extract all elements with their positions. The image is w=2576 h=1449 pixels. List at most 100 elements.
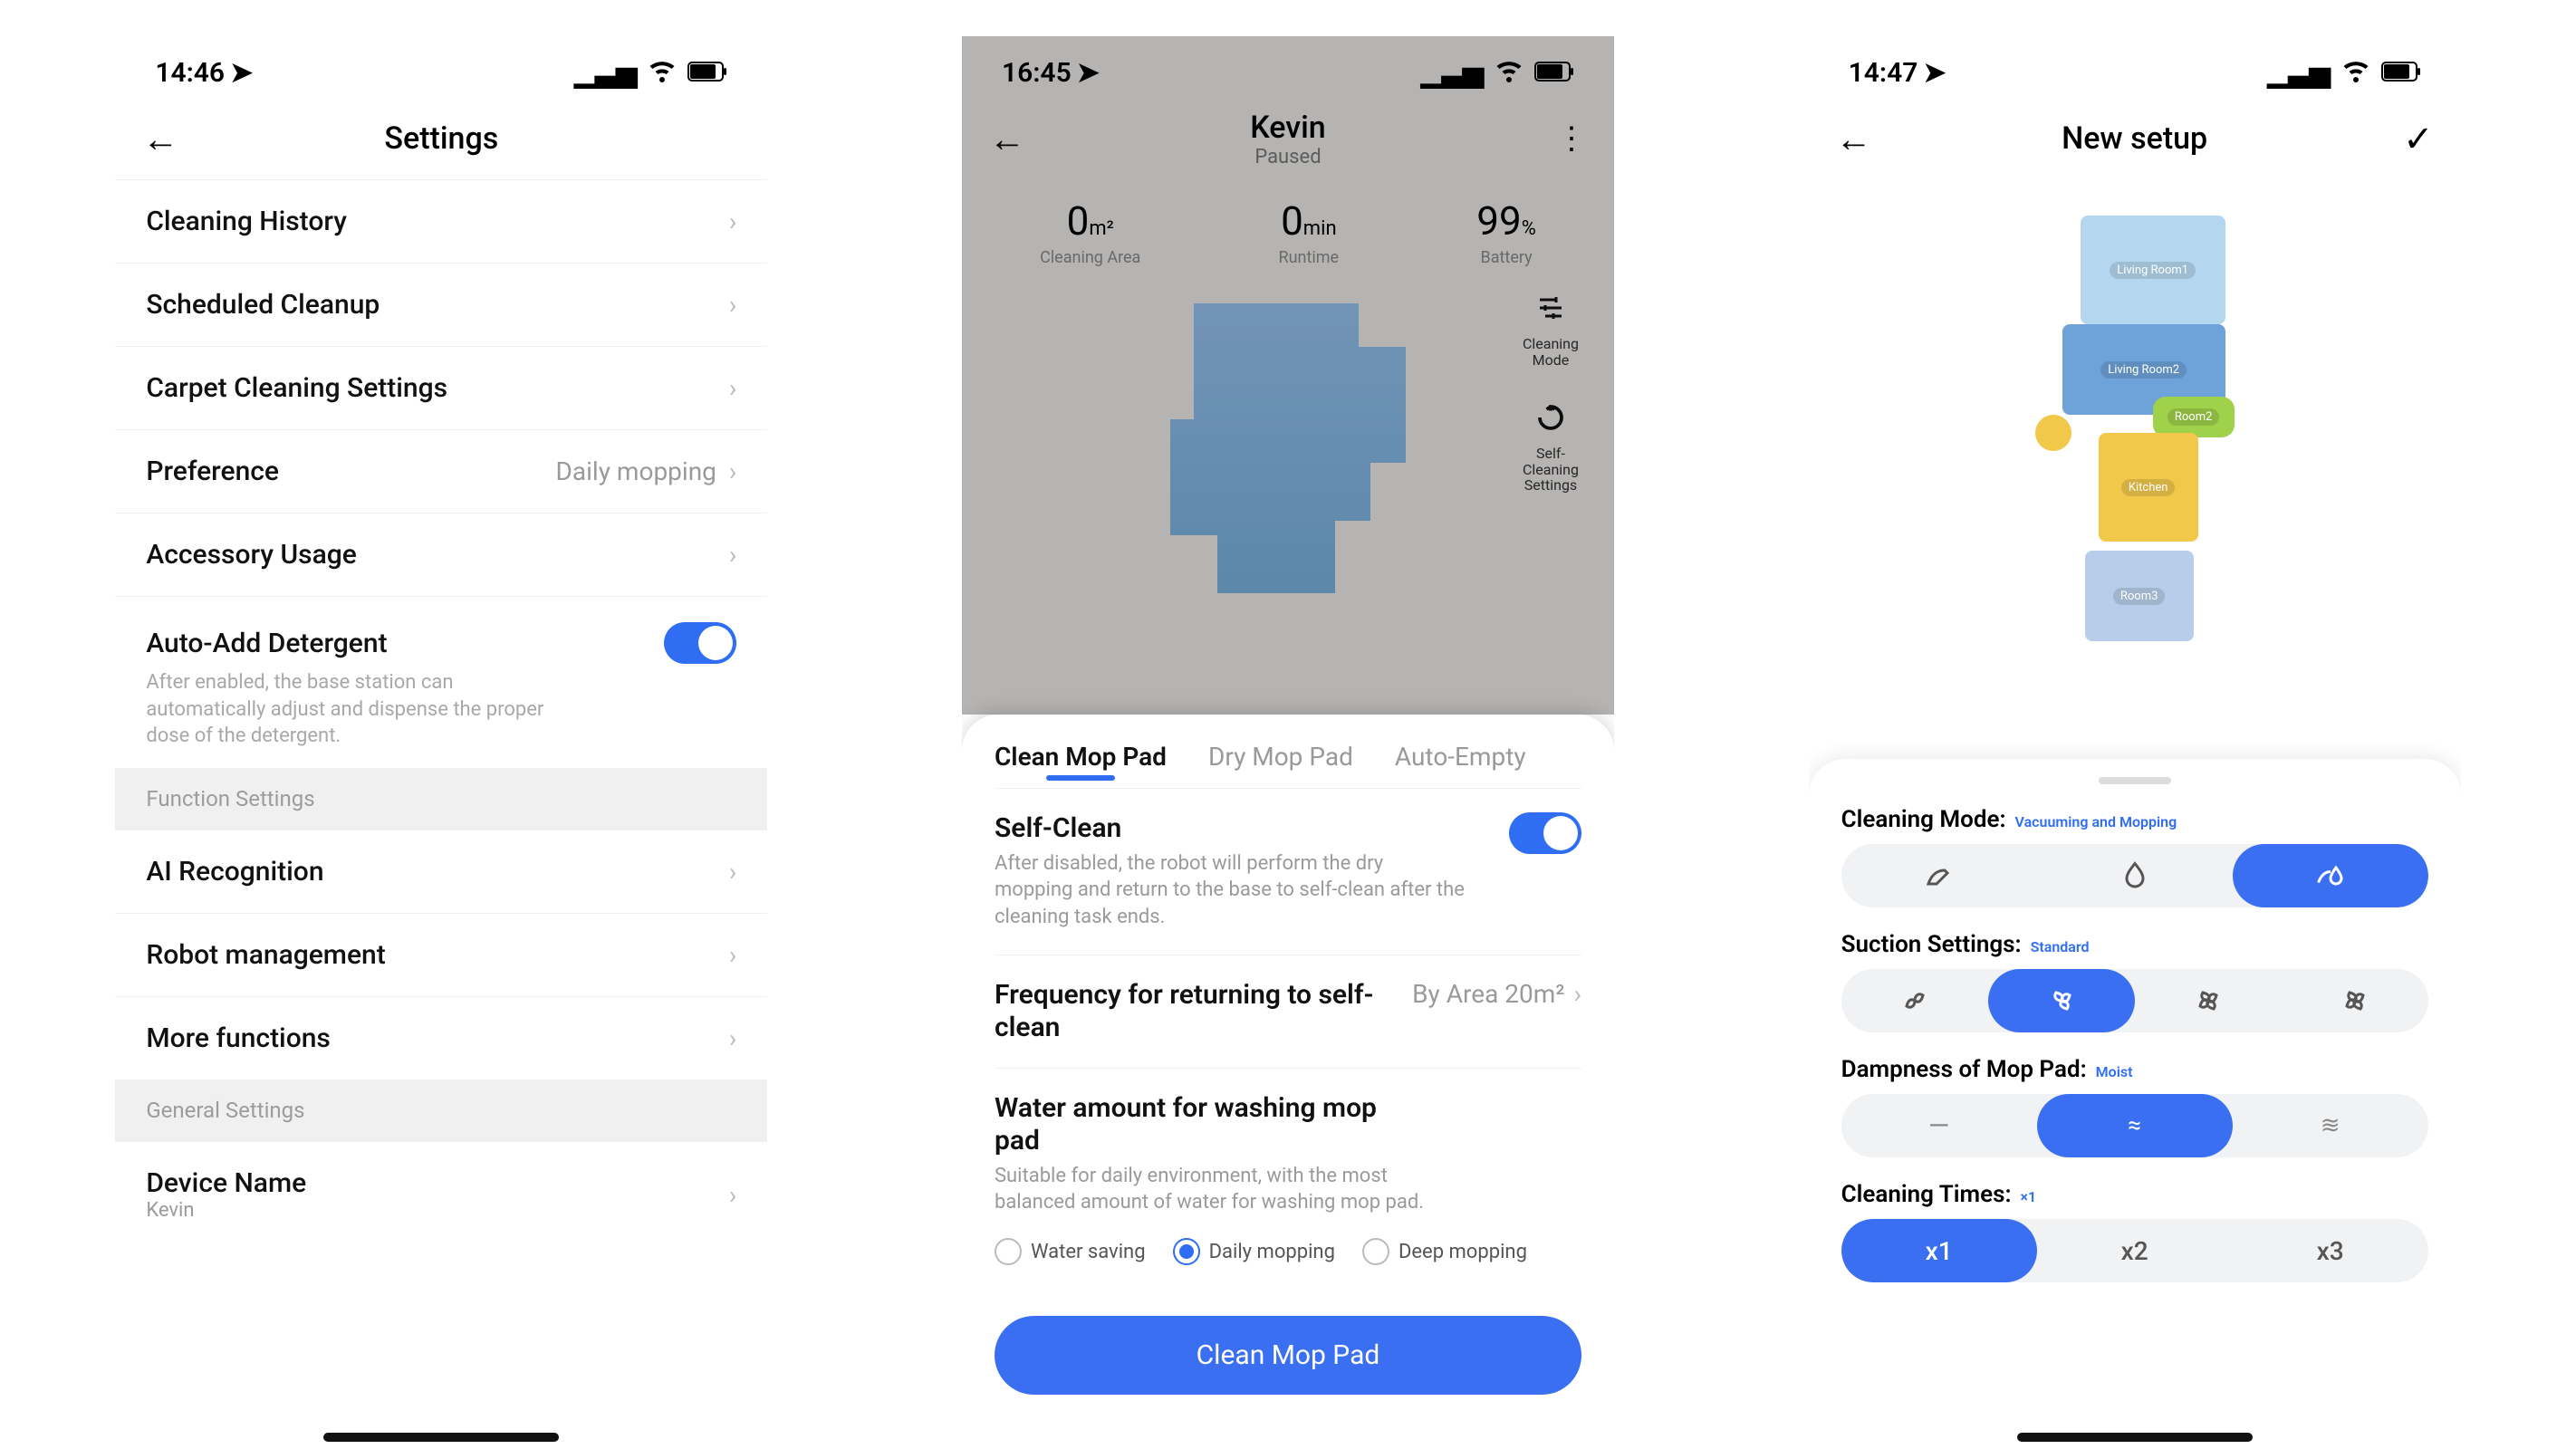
water-desc: Suitable for daily environment, with the… — [995, 1163, 1466, 1216]
frequency-title: Frequency for returning to self-clean — [995, 979, 1384, 1044]
radio-deep-mopping[interactable]: Deep mopping — [1362, 1238, 1527, 1265]
times-x1[interactable]: x1 — [1841, 1219, 2037, 1282]
detergent-description: After enabled, the base station can auto… — [115, 669, 586, 768]
fan3-icon — [2192, 984, 2225, 1017]
vacuum-drop-icon — [2314, 859, 2347, 892]
water-amount-row: Water amount for washing mop pad Suitabl… — [995, 1068, 1581, 1289]
mode-vacuum-only[interactable] — [1841, 844, 2037, 907]
dampness-block: Dampness of Mop Pad: Moist — ≈ ≋ — [1841, 1056, 2428, 1157]
selfclean-settings-button[interactable]: Self-Cleaning Settings — [1514, 395, 1587, 494]
sliders-icon — [1528, 285, 1573, 331]
nav-bar: ← Settings — [115, 98, 767, 179]
label: Robot management — [146, 939, 385, 971]
row-robot-management[interactable]: Robot management › — [115, 913, 767, 996]
radio-icon — [995, 1238, 1022, 1265]
wave2-icon: ≈ — [2128, 1112, 2141, 1139]
selfclean-title: Self-Clean — [995, 812, 1384, 845]
room-room3[interactable]: Room3 — [2085, 551, 2194, 641]
selfclean-toggle[interactable] — [1509, 812, 1581, 854]
tab-clean-mop[interactable]: Clean Mop Pad — [995, 742, 1167, 772]
status-bar: 16:45 ➤ ▁▃▅ — [962, 36, 1614, 98]
suction-strong[interactable] — [2135, 969, 2282, 1032]
settings-screen: 14:46 ➤ ▁▃▅ ← Settings Cleaning History … — [115, 36, 767, 1449]
nav-bar: ← Kevin Paused ⋮ — [962, 98, 1614, 179]
page-title: New setup — [2062, 120, 2207, 157]
label: Carpet Cleaning Settings — [146, 372, 447, 404]
radio-daily-mopping[interactable]: Daily mopping — [1173, 1238, 1335, 1265]
value: Daily mopping — [556, 456, 716, 486]
cleaning-mode-button[interactable]: Cleaning Mode — [1514, 285, 1587, 368]
times-x2[interactable]: x2 — [2037, 1219, 2233, 1282]
status-bar: 14:46 ➤ ▁▃▅ — [115, 36, 767, 98]
map-area[interactable]: Living Room1 Living Room2 Room2 Kitchen … — [1809, 179, 2461, 759]
label: Device Name — [146, 1167, 306, 1199]
row-device-name[interactable]: Device Name Kevin › — [115, 1141, 767, 1225]
radio-water-saving[interactable]: Water saving — [995, 1238, 1146, 1265]
damp-high[interactable]: ≋ — [2233, 1094, 2428, 1157]
row-cleaning-history[interactable]: Cleaning History › — [115, 179, 767, 263]
label: AI Recognition — [146, 856, 323, 888]
chevron-right-icon: › — [729, 540, 736, 570]
damp-low[interactable]: — — [1841, 1094, 2037, 1157]
clean-mop-pad-button[interactable]: Clean Mop Pad — [995, 1316, 1581, 1395]
label: Auto-Add Detergent — [146, 628, 387, 659]
detergent-toggle[interactable] — [664, 622, 736, 664]
back-button[interactable]: ← — [1836, 118, 1872, 160]
mode-mop-only[interactable] — [2037, 844, 2233, 907]
sheet-handle[interactable] — [2099, 777, 2171, 784]
battery-icon — [1534, 57, 1574, 89]
chevron-right-icon: › — [729, 373, 736, 403]
chevron-right-icon: › — [729, 290, 736, 320]
fan4-icon — [2339, 984, 2371, 1017]
sheet-tabs: Clean Mop Pad Dry Mop Pad Auto-Empty — [995, 742, 1581, 772]
damp-moist[interactable]: ≈ — [2037, 1094, 2233, 1157]
home-indicator[interactable] — [2017, 1433, 2253, 1442]
mode-vacuum-and-mop[interactable] — [2233, 844, 2428, 907]
stat-runtime: 0min Runtime — [1279, 197, 1340, 267]
page-title: Settings — [384, 120, 498, 157]
battery-icon — [687, 57, 727, 89]
chevron-right-icon: › — [729, 456, 736, 486]
frequency-value: By Area 20m² — [1412, 979, 1564, 1009]
floor-map — [1170, 303, 1406, 593]
device-title: Kevin — [1250, 110, 1326, 146]
chevron-right-icon: › — [729, 940, 736, 970]
suction-standard[interactable] — [1988, 969, 2135, 1032]
tab-auto-empty[interactable]: Auto-Empty — [1395, 742, 1526, 772]
location-icon: ➤ — [230, 57, 253, 89]
row-carpet-settings[interactable]: Carpet Cleaning Settings › — [115, 346, 767, 429]
location-icon: ➤ — [1077, 57, 1100, 89]
row-more-functions[interactable]: More functions › — [115, 996, 767, 1080]
map-area[interactable]: Cleaning Mode Self-Cleaning Settings — [962, 276, 1614, 715]
row-accessory-usage[interactable]: Accessory Usage › — [115, 513, 767, 596]
refresh-icon — [1528, 395, 1573, 440]
back-button[interactable]: ← — [142, 118, 178, 160]
signal-icon: ▁▃▅ — [574, 57, 637, 89]
chevron-right-icon: › — [729, 206, 736, 236]
more-button[interactable]: ⋮ — [1556, 120, 1587, 157]
radio-icon — [1362, 1238, 1389, 1265]
selfclean-desc: After disabled, the robot will perform t… — [995, 850, 1466, 931]
confirm-button[interactable]: ✓ — [2403, 118, 2434, 160]
device-state: Paused — [1250, 146, 1326, 168]
status-time: 16:45 — [1002, 57, 1072, 89]
back-button[interactable]: ← — [989, 118, 1025, 160]
tab-dry-mop[interactable]: Dry Mop Pad — [1208, 742, 1353, 772]
row-ai-recognition[interactable]: AI Recognition › — [115, 830, 767, 913]
times-x3[interactable]: x3 — [2233, 1219, 2428, 1282]
row-scheduled-cleanup[interactable]: Scheduled Cleanup › — [115, 263, 767, 346]
battery-icon — [2381, 57, 2421, 89]
suction-max[interactable] — [2282, 969, 2428, 1032]
frequency-row[interactable]: Frequency for returning to self-clean By… — [995, 955, 1581, 1068]
room-room2[interactable]: Room2 — [2153, 397, 2235, 437]
home-indicator[interactable] — [323, 1433, 559, 1442]
suction-segment — [1841, 969, 2428, 1032]
chevron-right-icon: › — [1574, 979, 1581, 1009]
wave1-icon: — — [1928, 1110, 1949, 1142]
room-kitchen[interactable]: Kitchen — [2099, 433, 2198, 542]
suction-quiet[interactable] — [1841, 969, 1988, 1032]
row-preference[interactable]: Preference Daily mopping › — [115, 429, 767, 513]
stat-battery: 99% Battery — [1476, 197, 1536, 267]
room-living1[interactable]: Living Room1 — [2081, 216, 2225, 324]
nav-bar: ← New setup ✓ — [1809, 98, 2461, 179]
